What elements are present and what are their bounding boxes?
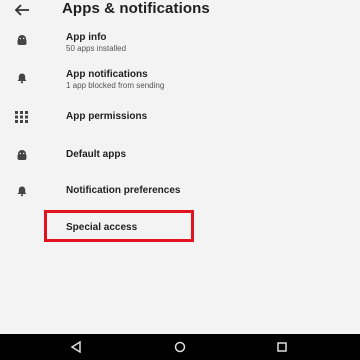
list-item-label: Default apps <box>66 149 127 160</box>
app-bar: Apps & notifications <box>0 0 360 22</box>
list-item-special-access[interactable]: Special access <box>66 222 137 233</box>
nav-home-icon <box>174 341 186 353</box>
nav-back-icon <box>70 341 81 353</box>
nav-recents-button[interactable] <box>274 339 290 355</box>
nav-home-button[interactable] <box>172 339 188 355</box>
list-item-app-permissions[interactable]: App permissions <box>0 106 360 142</box>
list-item-default-apps[interactable]: Default apps <box>0 144 360 180</box>
list-item-label: Notification preferences <box>66 185 181 196</box>
arrow-back-icon <box>14 4 29 16</box>
back-button[interactable] <box>10 0 34 20</box>
list-item-subtitle: 1 app blocked from sending <box>66 81 165 90</box>
page-title: Apps & notifications <box>62 0 210 17</box>
list-item-app-info[interactable]: App info 50 apps installed <box>0 28 360 64</box>
list-item-label: App notifications <box>66 69 148 80</box>
grid-icon <box>13 108 31 126</box>
list-item-label: App permissions <box>66 111 148 122</box>
navigation-bar <box>0 334 360 360</box>
bell-icon <box>13 69 31 87</box>
bell-icon <box>13 182 31 200</box>
nav-back-button[interactable] <box>68 339 84 355</box>
nav-recents-icon <box>277 342 287 352</box>
android-icon <box>13 32 31 50</box>
list-item-label: App info <box>66 32 107 43</box>
android-icon <box>13 147 31 165</box>
list-item-app-notifications[interactable]: App notifications 1 app blocked from sen… <box>0 66 360 102</box>
list-item-subtitle: 50 apps installed <box>66 44 127 53</box>
